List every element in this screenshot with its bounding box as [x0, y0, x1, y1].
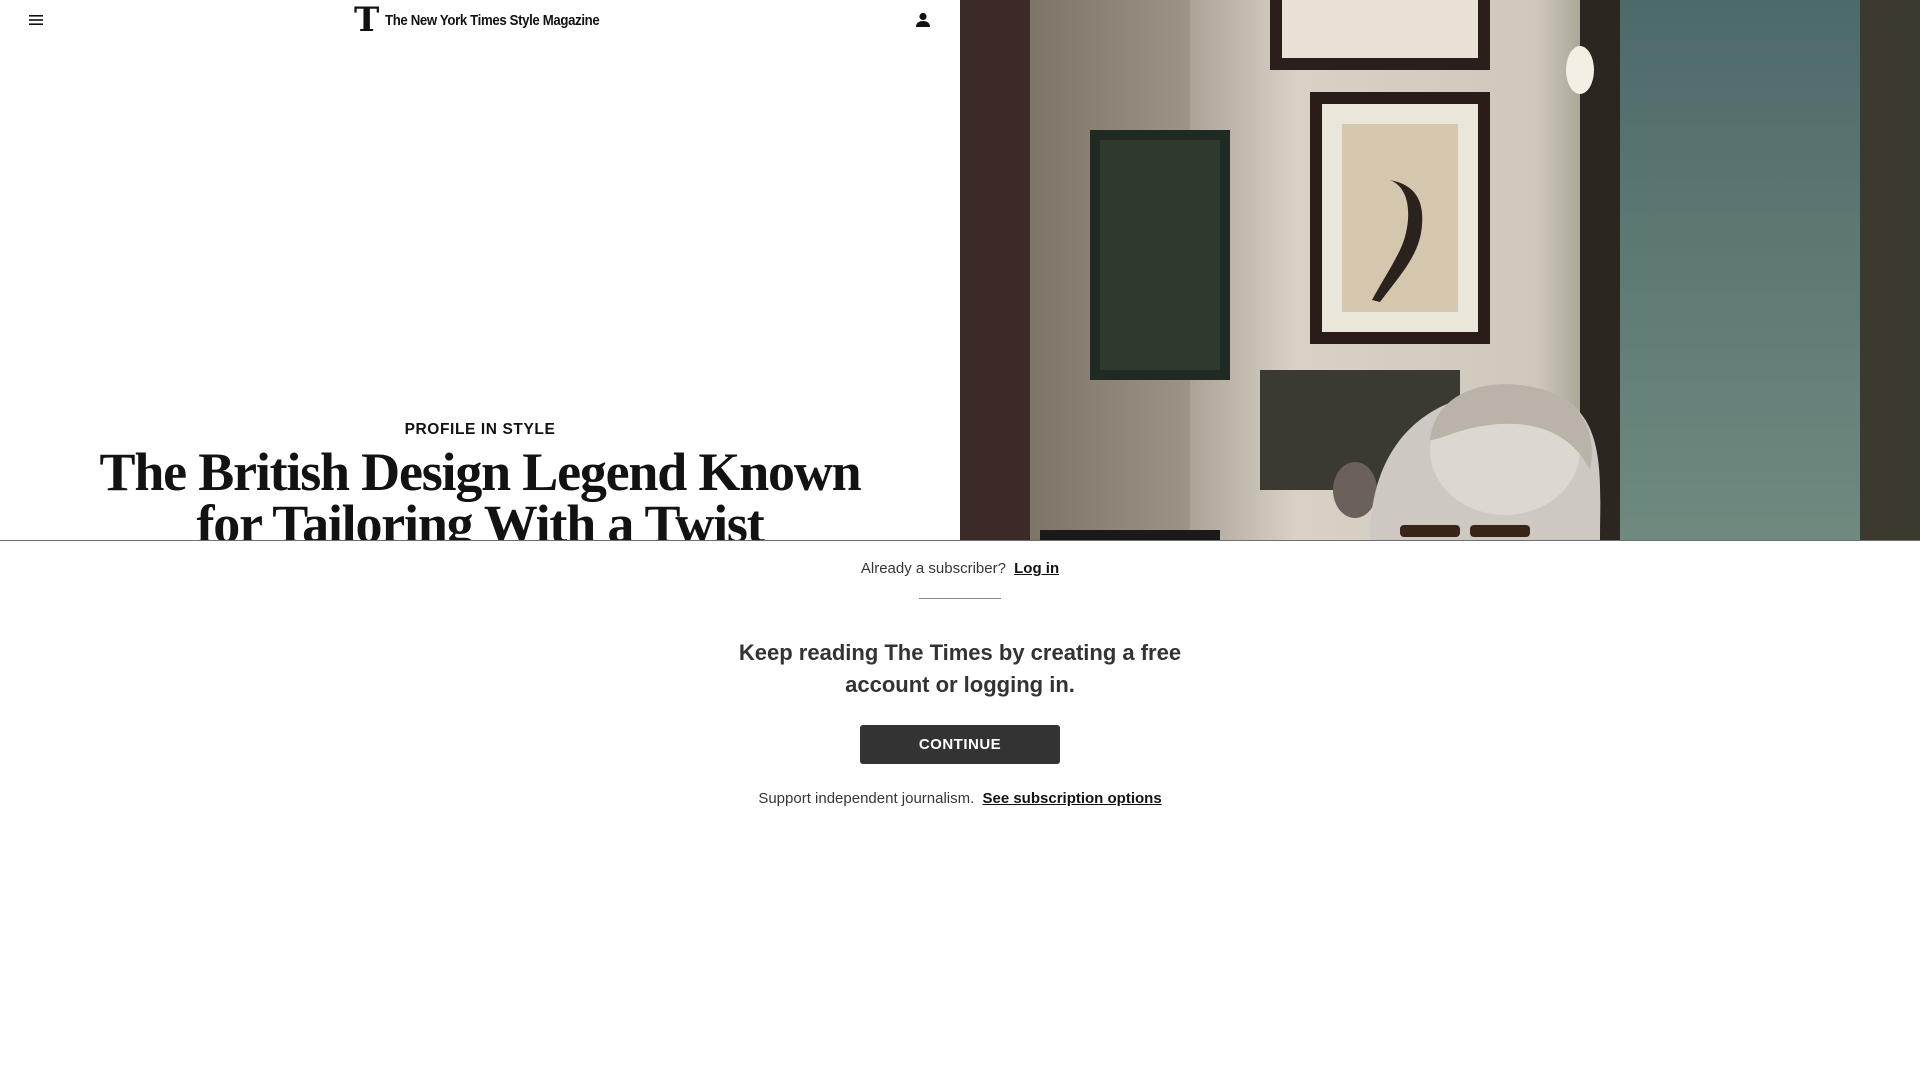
account-person-icon[interactable] [913, 10, 933, 30]
gate-divider [919, 598, 1001, 599]
t-magazine-logo[interactable]: T The New York Times Style Magazine [354, 0, 629, 40]
already-subscriber-line: Already a subscriber? Log in [0, 560, 1920, 577]
gate-heading: Keep reading The Times by creating a fre… [738, 640, 1182, 697]
article-kicker: PROFILE IN STYLE [404, 421, 556, 438]
support-text: Support independent journalism. [758, 790, 975, 807]
article-title-pane: T The New York Times Style Magazine PROF… [0, 0, 960, 540]
registration-gate: Already a subscriber? Log in Keep readin… [0, 540, 1920, 1080]
already-subscriber-text: Already a subscriber? [860, 560, 1006, 577]
logo-text: The New York Times Style Magazine [385, 11, 600, 29]
article-headline: The British Design Legend Known for Tail… [99, 442, 862, 540]
logo-mark: T [354, 0, 379, 40]
masthead: T The New York Times Style Magazine [0, 0, 960, 44]
support-line: Support independent journalism. See subs… [0, 790, 1920, 807]
continue-button[interactable]: CONTINUE [860, 725, 1060, 764]
hamburger-menu-icon[interactable] [27, 11, 47, 31]
article-header: T The New York Times Style Magazine PROF… [0, 0, 1920, 540]
subscription-options-link[interactable]: See subscription options [982, 790, 1161, 807]
hero-image [960, 0, 1920, 540]
login-link[interactable]: Log in [1014, 560, 1059, 577]
